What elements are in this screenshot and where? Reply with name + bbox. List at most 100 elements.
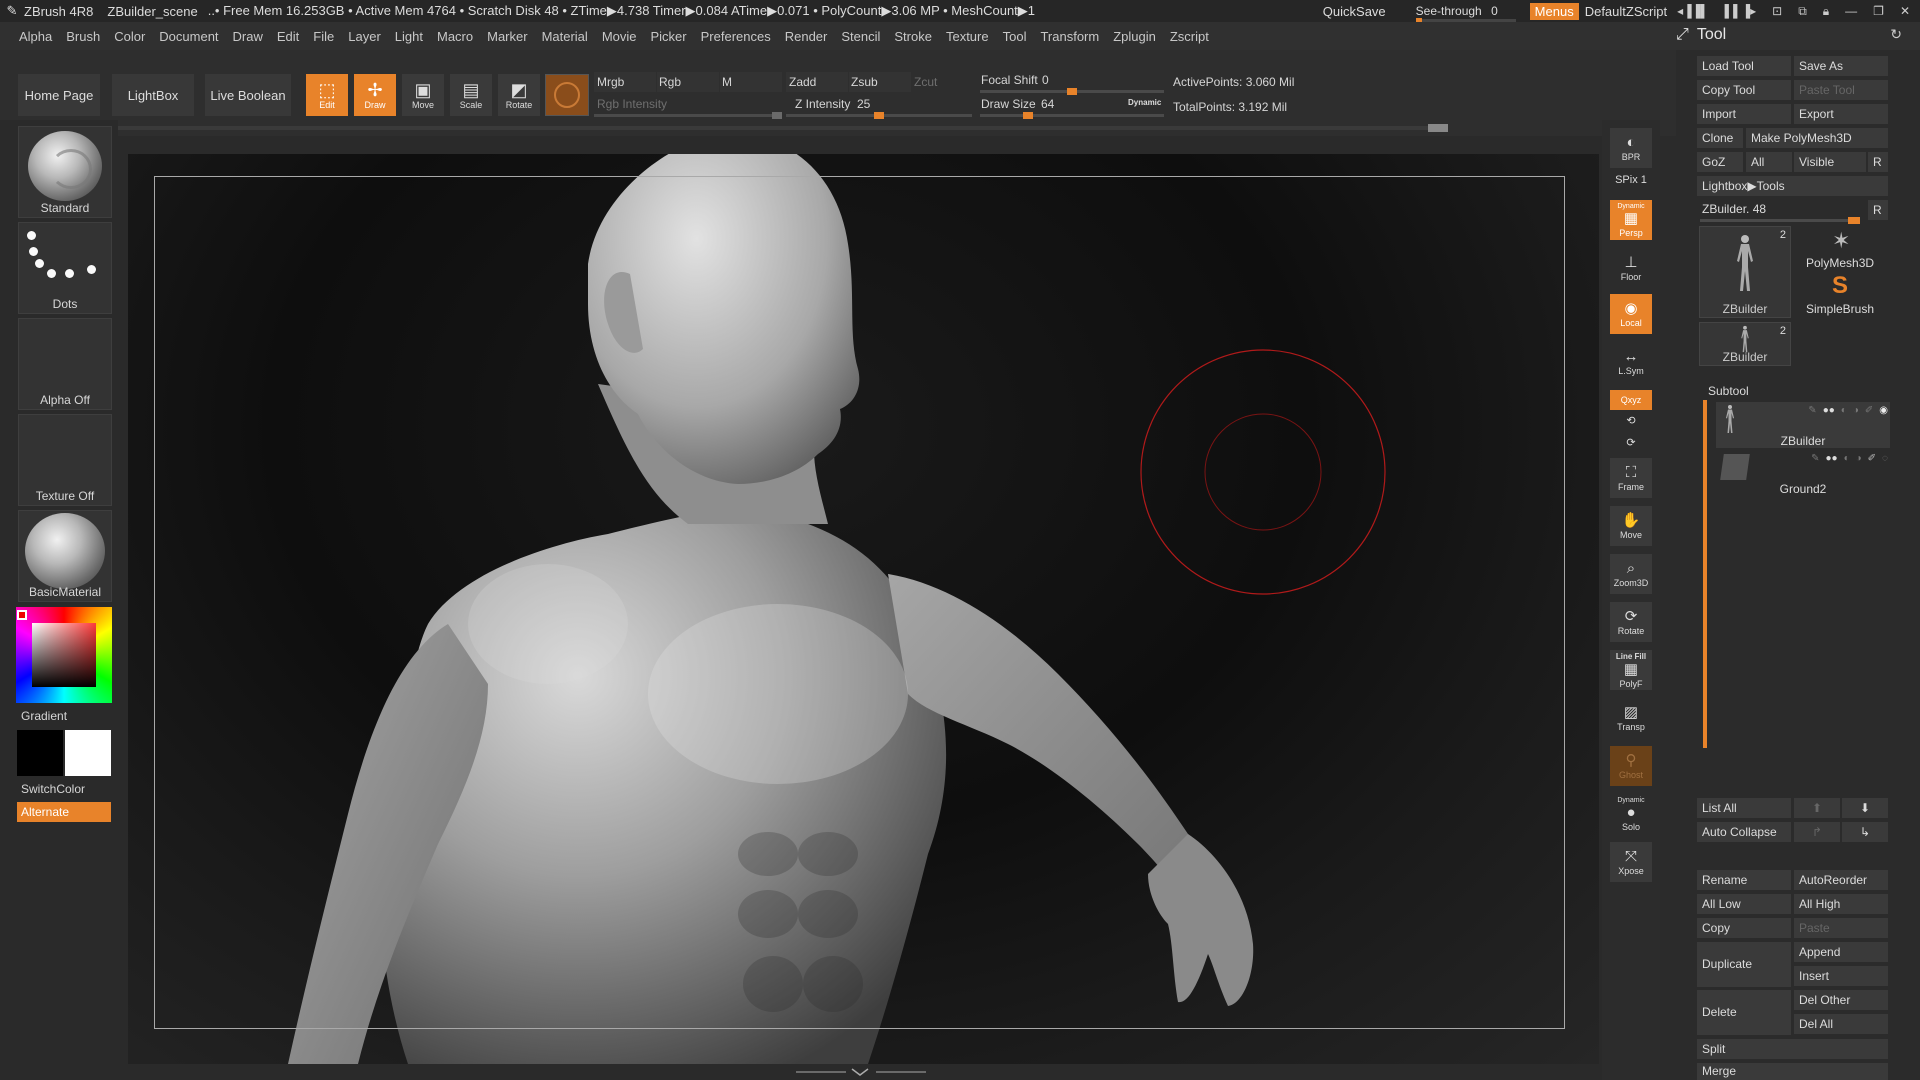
duplicate-button[interactable]: Duplicate: [1697, 942, 1791, 987]
zcut-button[interactable]: Zcut: [914, 75, 937, 89]
z-intensity-slider[interactable]: [786, 112, 972, 119]
default-zscript-button[interactable]: DefaultZScript: [1585, 4, 1667, 19]
menu-item-zscript[interactable]: Zscript: [1170, 29, 1209, 44]
solo-button[interactable]: Dynamic ● Solo: [1610, 794, 1652, 834]
paste-subtool-button[interactable]: Paste: [1794, 918, 1888, 938]
palette-reset-icon[interactable]: ↻: [1890, 26, 1902, 43]
home-page-button[interactable]: Home Page: [18, 74, 100, 116]
frame-button[interactable]: ⛶ Frame: [1610, 458, 1652, 498]
rotate-mode-button[interactable]: ◩ Rotate: [498, 74, 540, 116]
subtool-row-zbuilder[interactable]: ✎ ●● ◐ ◑ ✐ ◉ ZBuilder: [1716, 402, 1890, 448]
menu-item-brush[interactable]: Brush: [66, 29, 100, 44]
subtool-brush-icon[interactable]: ✎: [1811, 453, 1819, 464]
color-saturation-square[interactable]: [32, 623, 96, 687]
menu-item-tool[interactable]: Tool: [1003, 29, 1027, 44]
subtool-brush-icon[interactable]: ✎: [1808, 405, 1816, 416]
color-picker[interactable]: [16, 607, 112, 703]
rename-button[interactable]: Rename: [1697, 870, 1791, 890]
rgb-button[interactable]: Rgb: [659, 75, 681, 89]
menu-item-file[interactable]: File: [313, 29, 334, 44]
tool-thumbnail-zbuilder[interactable]: 2 ZBuilder: [1699, 226, 1791, 318]
import-button[interactable]: Import: [1697, 104, 1791, 124]
subtool-toggle-icon[interactable]: ●●: [1825, 453, 1837, 464]
zbuilder-slider[interactable]: [1700, 217, 1860, 224]
split-button[interactable]: Split: [1697, 1039, 1888, 1059]
menu-item-picker[interactable]: Picker: [651, 29, 687, 44]
arrow-down-right-icon[interactable]: ↳: [1842, 822, 1888, 842]
menu-item-material[interactable]: Material: [542, 29, 588, 44]
save-as-button[interactable]: Save As: [1794, 56, 1888, 76]
tool-thumbnail-simplebrush[interactable]: S SimpleBrush: [1794, 272, 1888, 318]
texture-picker[interactable]: Texture Off: [18, 414, 112, 506]
subtool-scrollbar[interactable]: [1703, 400, 1707, 748]
see-through-slider[interactable]: See-through 0: [1415, 4, 1516, 23]
draw-size-slider[interactable]: [980, 112, 1164, 119]
subtool-mask-icon[interactable]: ◑: [1853, 405, 1859, 416]
quicksave-button[interactable]: QuickSave: [1323, 4, 1386, 19]
menu-item-render[interactable]: Render: [785, 29, 828, 44]
main-color-swatch[interactable]: [65, 730, 111, 776]
auto-collapse-button[interactable]: Auto Collapse: [1697, 822, 1791, 842]
material-picker[interactable]: BasicMaterial: [18, 510, 112, 602]
all-low-button[interactable]: All Low: [1697, 894, 1791, 914]
secondary-color-swatch[interactable]: [17, 730, 63, 776]
alpha-picker[interactable]: Alpha Off: [18, 318, 112, 410]
local-button[interactable]: ◉ Local: [1610, 294, 1652, 334]
persp-button[interactable]: Dynamic ▦ Persp: [1610, 200, 1652, 240]
focal-shift-slider[interactable]: [980, 88, 1164, 95]
subtool-row-ground2[interactable]: ✎ ●● ◐ ◑ ✐ ◌ Ground2: [1716, 450, 1890, 496]
rotate-z-icon[interactable]: ⟳: [1610, 436, 1652, 449]
subtool-edit-icon[interactable]: ✐: [1865, 405, 1873, 416]
polyf-button[interactable]: Line Fill ▦ PolyF: [1610, 650, 1652, 690]
switchcolor-button[interactable]: SwitchColor: [21, 782, 85, 796]
spix-value[interactable]: SPix 1: [1610, 174, 1652, 186]
stroke-picker[interactable]: Dots: [18, 222, 112, 314]
brush-picker[interactable]: Standard: [18, 126, 112, 218]
menu-item-preferences[interactable]: Preferences: [701, 29, 771, 44]
menu-item-macro[interactable]: Macro: [437, 29, 473, 44]
canvas-bottom-handle[interactable]: [796, 1068, 926, 1076]
goz-button[interactable]: GoZ: [1697, 152, 1743, 172]
copy-tool-button[interactable]: Copy Tool: [1697, 80, 1791, 100]
menu-item-alpha[interactable]: Alpha: [19, 29, 52, 44]
transp-button[interactable]: ▨ Transp: [1610, 698, 1652, 738]
edit-mode-button[interactable]: ⬚ Edit: [306, 74, 348, 116]
menu-item-movie[interactable]: Movie: [602, 29, 637, 44]
goz-all-button[interactable]: All: [1746, 152, 1792, 172]
menu-item-color[interactable]: Color: [114, 29, 145, 44]
dynamic-size-toggle[interactable]: Dynamic: [1128, 98, 1161, 107]
menu-item-texture[interactable]: Texture: [946, 29, 989, 44]
rgb-intensity-slider[interactable]: [594, 112, 782, 119]
minimize-icon[interactable]: —: [1845, 4, 1857, 19]
subtool-polypaint-icon[interactable]: ◐: [1844, 453, 1850, 464]
menu-item-edit[interactable]: Edit: [277, 29, 299, 44]
autoreorder-button[interactable]: AutoReorder: [1794, 870, 1888, 890]
goz-r-button[interactable]: R: [1868, 152, 1888, 172]
subtool-visibility-eye-icon[interactable]: ◌: [1882, 453, 1888, 464]
list-all-button[interactable]: List All: [1697, 798, 1791, 818]
make-polymesh3d-button[interactable]: Make PolyMesh3D: [1746, 128, 1888, 148]
m-button[interactable]: M: [722, 75, 732, 89]
subtool-section-title[interactable]: Subtool: [1708, 384, 1749, 398]
scale-mode-button[interactable]: ▤ Scale: [450, 74, 492, 116]
xyz-button[interactable]: Qxyz: [1610, 390, 1652, 410]
menu-item-light[interactable]: Light: [395, 29, 423, 44]
menu-item-stroke[interactable]: Stroke: [894, 29, 932, 44]
lightbox-button[interactable]: LightBox: [112, 74, 194, 116]
del-all-button[interactable]: Del All: [1794, 1014, 1888, 1034]
subtool-mask-icon[interactable]: ◑: [1856, 453, 1862, 464]
move-view-button[interactable]: ✋ Move: [1610, 506, 1652, 546]
menu-item-document[interactable]: Document: [159, 29, 218, 44]
subtool-toggle-icon[interactable]: ●●: [1823, 405, 1835, 416]
canvas-horizontal-scroll[interactable]: [118, 124, 1448, 132]
stroke-lines-icon[interactable]: ◂▐▐▌: [1677, 4, 1709, 19]
lock-icon[interactable]: 🔒︎: [1823, 4, 1829, 19]
zsub-button[interactable]: Zsub: [851, 75, 878, 89]
mrgb-button[interactable]: Mrgb: [597, 75, 624, 89]
clone-button[interactable]: Clone: [1697, 128, 1743, 148]
ghost-button[interactable]: ⚲ Ghost: [1610, 746, 1652, 786]
menu-item-draw[interactable]: Draw: [233, 29, 263, 44]
menu-item-marker[interactable]: Marker: [487, 29, 527, 44]
export-button[interactable]: Export: [1794, 104, 1888, 124]
lightbox-tools-button[interactable]: Lightbox▶Tools: [1697, 176, 1888, 196]
